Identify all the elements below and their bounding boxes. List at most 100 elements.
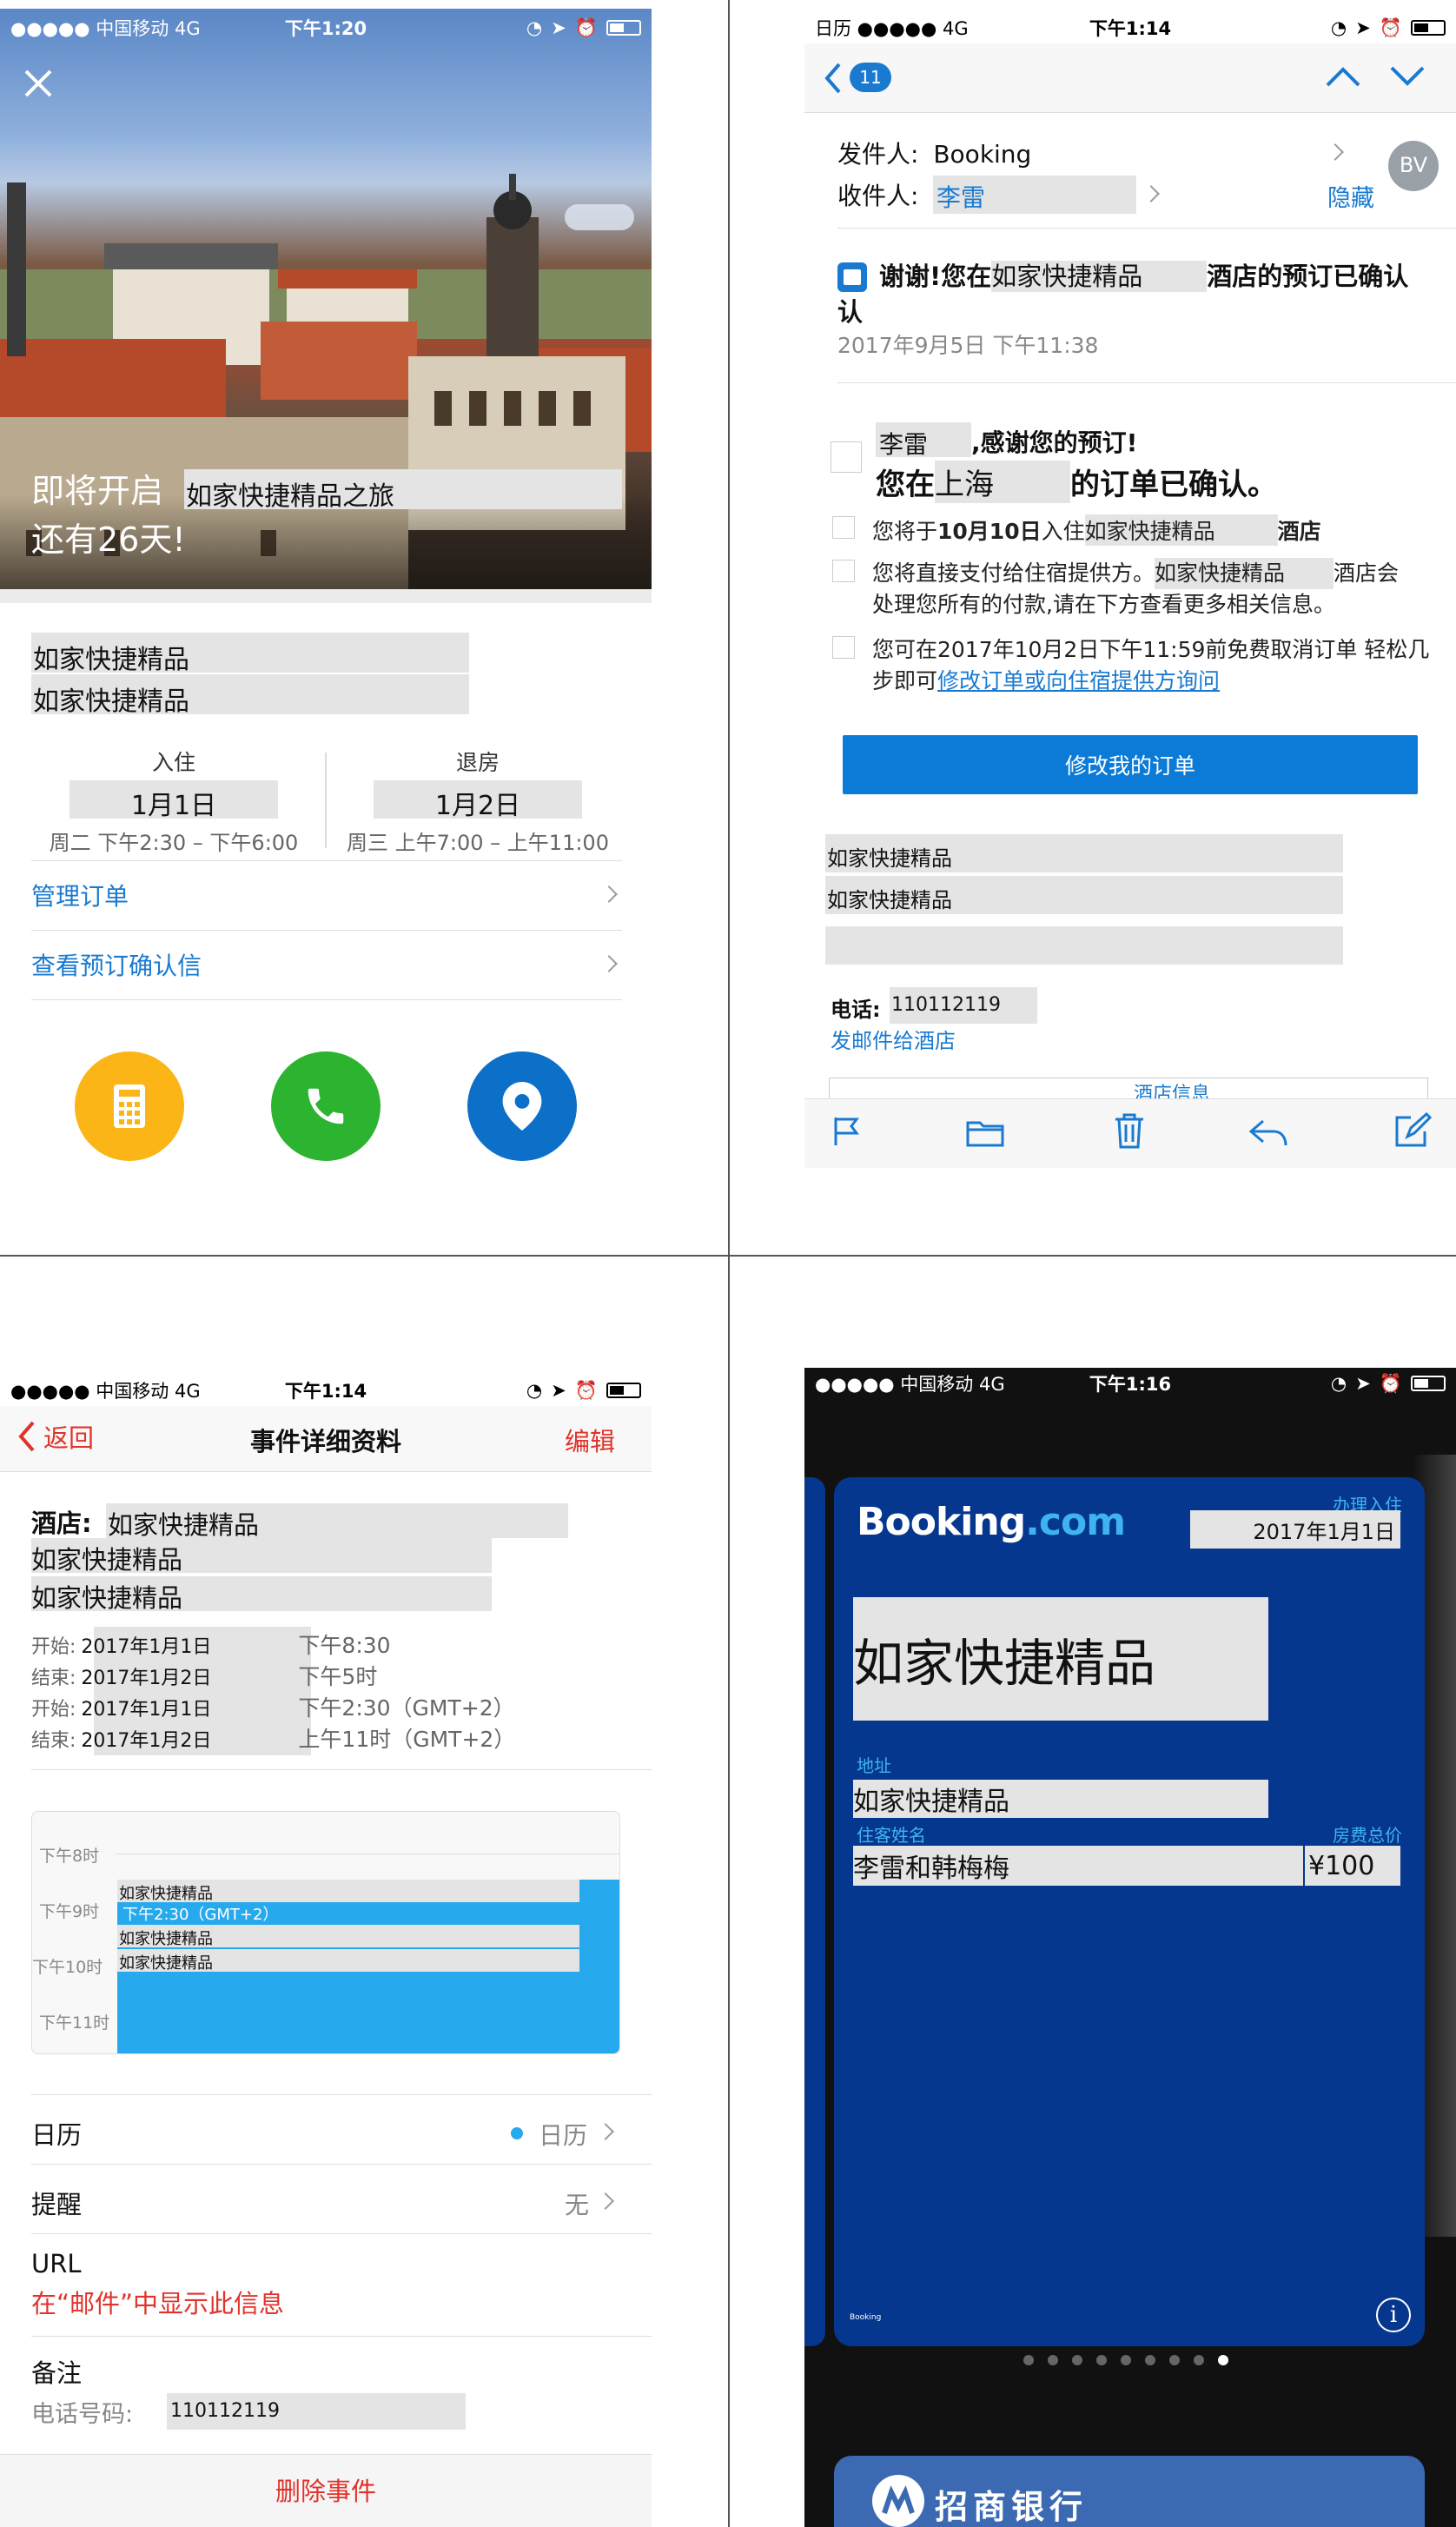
checkout-block: 退房 1月2日 周三 上午7:00 – 上午11:00 <box>347 750 609 855</box>
chevron-right-icon <box>600 955 618 972</box>
chevron-right-icon <box>600 885 618 903</box>
booking-pass[interactable]: Booking.com 办理入住 2017年1月1日 如家快捷精品 地址 如家快… <box>834 1477 1425 2346</box>
pass-guest-name: 李雷和韩梅梅 <box>853 1846 1303 1886</box>
hour-label: 下午8时 <box>39 1847 100 1866</box>
trash-icon[interactable] <box>1114 1112 1145 1152</box>
hotel-phone[interactable]: 110112119 <box>890 987 1037 1024</box>
chevron-right-icon <box>597 2192 614 2210</box>
manage-booking-link[interactable]: 管理订单 <box>31 878 129 912</box>
page-title: 事件详细资料 <box>249 1427 401 1456</box>
status-bar: 日历 ●●●●● 4G 下午1:14 ◔ ➤ ⏰ <box>804 12 1456 43</box>
hotel-name-secondary: 如家快捷精品 <box>31 674 469 717</box>
avatar: BV <box>1388 141 1439 191</box>
guest-label: 住客姓名 <box>857 1825 926 1846</box>
event-block-location: 如家快捷精品 <box>117 1925 579 1948</box>
close-icon[interactable] <box>23 68 54 99</box>
chevron-right-icon <box>1142 185 1160 202</box>
pass-address: 如家快捷精品 <box>853 1780 1268 1818</box>
payment-line: 您将直接支付给住宿提供方。如家快捷精品 酒店会 处理您所有的付款,请在下方查看更多… <box>872 558 1449 620</box>
delete-event-button[interactable]: 删除事件 <box>0 2471 652 2508</box>
previous-pass-edge[interactable] <box>804 1477 825 2346</box>
notes-phone[interactable]: 110112119 <box>167 2393 466 2430</box>
event-block-time: 下午2:30（GMT+2） <box>122 1906 279 1924</box>
day-timeline: 下午8时 下午9时 下午10时 下午11时 如家快捷精品 下午2:30（GMT+… <box>31 1811 620 2054</box>
event-block-location: 如家快捷精品 <box>117 1949 579 1973</box>
status-bar: ●●●●● 中国移动 4G 下午1:16 ◔ ➤ ⏰ <box>804 1368 1456 1399</box>
calendar-event-screen: ●●●●● 中国移动 4G 下午1:14 ◔ ➤ ⏰ 返回 事件详细资料 编辑 酒店… <box>0 1368 652 2527</box>
next-message-icon[interactable] <box>1390 66 1425 87</box>
checkin-block: 入住 1月1日 周二 下午2:30 – 下午6:00 <box>49 750 299 855</box>
trip-prefix: 即将开启 <box>31 472 164 510</box>
unread-badge: 11 <box>850 63 891 92</box>
trip-name: 如家快捷精品之旅 <box>184 469 622 512</box>
checkbox <box>832 636 855 659</box>
url-value[interactable]: 在“邮件”中显示此信息 <box>31 2284 284 2320</box>
event-title: 如家快捷精品 <box>106 1503 568 1540</box>
total-label: 房费总价 <box>1333 1825 1402 1846</box>
calendar-color-dot <box>511 2127 523 2139</box>
notes-phone-label: 电话号码: <box>31 2401 134 2428</box>
bank-card[interactable]: 招商银行 <box>834 2456 1425 2527</box>
thanks-text: ,感谢您的预订! <box>971 428 1138 457</box>
booking-app-screen: 即将开启 如家快捷精品之旅 还有26天! ●●●●● 中国移动 4G 下午1:2… <box>0 0 652 1255</box>
small-booking-logo: Booking <box>850 2313 882 2322</box>
event-block-title: 如家快捷精品 <box>117 1880 579 1903</box>
booking-logo: Booking.com <box>857 1500 1126 1544</box>
view-confirmation-link[interactable]: 查看预订确认信 <box>31 947 202 982</box>
hotel-address <box>825 926 1343 965</box>
recipient[interactable]: 李雷 <box>933 176 1136 214</box>
hour-label: 下午11时 <box>39 2013 110 2033</box>
hour-label: 下午10时 <box>32 1958 103 1977</box>
hour-label: 下午9时 <box>39 1902 100 1921</box>
alert-row[interactable]: 提醒 无 <box>31 2164 622 2233</box>
calendar-app-icon <box>837 262 867 292</box>
recipient-label: 收件人: <box>837 182 919 210</box>
bank-logo-icon <box>872 2475 924 2527</box>
mail-subject: 谢谢!您在如家快捷精品 酒店的预订已确认 <box>879 261 1409 292</box>
email-hotel-link[interactable]: 发邮件给酒店 <box>831 1024 956 1054</box>
reply-icon[interactable] <box>1248 1118 1289 1151</box>
status-bar: ●●●●● 中国移动 4G 下午1:14 ◔ ➤ ⏰ <box>0 1375 652 1406</box>
mail-screen: 日历 ●●●●● 4G 下午1:14 ◔ ➤ ⏰ 11 发件人: Booking 收… <box>804 0 1456 1168</box>
hotel-name: 如家快捷精品 <box>31 633 469 675</box>
pass-hotel-name: 如家快捷精品 <box>853 1597 1268 1721</box>
phone-label: 电话: <box>831 998 881 1022</box>
flag-icon[interactable] <box>832 1116 862 1151</box>
phone-icon <box>308 1088 344 1124</box>
cancel-line: 您可在2017年10月2日下午11:59前免费取消订单 轻松几 步即可修改订单或… <box>872 637 1430 693</box>
calendar-row[interactable]: 日历 日历 <box>31 2094 622 2164</box>
map-button[interactable] <box>467 1051 577 1161</box>
location-pin-icon <box>502 1082 542 1131</box>
sender-label: 发件人: <box>837 140 919 169</box>
calculator-button[interactable] <box>75 1051 184 1161</box>
notes-label: 备注 <box>31 2358 83 2388</box>
edit-button[interactable]: 编辑 <box>565 1422 615 1458</box>
hotel-info-name-secondary: 如家快捷精品 <box>825 876 1343 914</box>
destination-photo: 即将开启 如家快捷精品之旅 还有26天! <box>0 9 652 589</box>
hotel-label: 酒店: <box>31 1509 92 1538</box>
hide-link[interactable]: 隐藏 <box>1327 179 1374 213</box>
event-location: 如家快捷精品 <box>31 1538 492 1575</box>
info-icon[interactable]: i <box>1376 2298 1411 2332</box>
page-indicator <box>1023 2355 1228 2365</box>
checkin-line: 您将于10月10日入住如家快捷精品 酒店 <box>872 514 1321 546</box>
back-chevron-icon[interactable] <box>824 63 843 94</box>
folder-icon[interactable] <box>966 1118 1004 1151</box>
compose-icon[interactable] <box>1393 1111 1433 1152</box>
modify-order-link[interactable]: 修改订单或向住宿提供方询问 <box>937 668 1220 693</box>
checkbox <box>831 441 862 473</box>
confirm-line: 您在上海 的订单已确认。 <box>876 461 1277 503</box>
modify-order-button[interactable]: 修改我的订单 <box>843 735 1418 794</box>
checkin-date: 2017年1月1日 <box>1190 1510 1400 1549</box>
trip-countdown: 还有26天! <box>31 521 186 559</box>
call-button[interactable] <box>271 1051 381 1161</box>
previous-message-icon[interactable] <box>1326 66 1360 87</box>
event-location-secondary: 如家快捷精品 <box>31 1576 492 1613</box>
bank-name: 招商银行 <box>935 2488 1089 2526</box>
chevron-right-icon <box>1327 143 1344 161</box>
url-label: URL <box>31 2249 82 2278</box>
sender[interactable]: Booking <box>933 140 1031 169</box>
address-label: 地址 <box>857 1755 891 1776</box>
status-bar: ●●●●● 中国移动 4G 下午1:20 ◔ ➤ ⏰ <box>0 12 652 43</box>
checkbox <box>832 516 855 539</box>
